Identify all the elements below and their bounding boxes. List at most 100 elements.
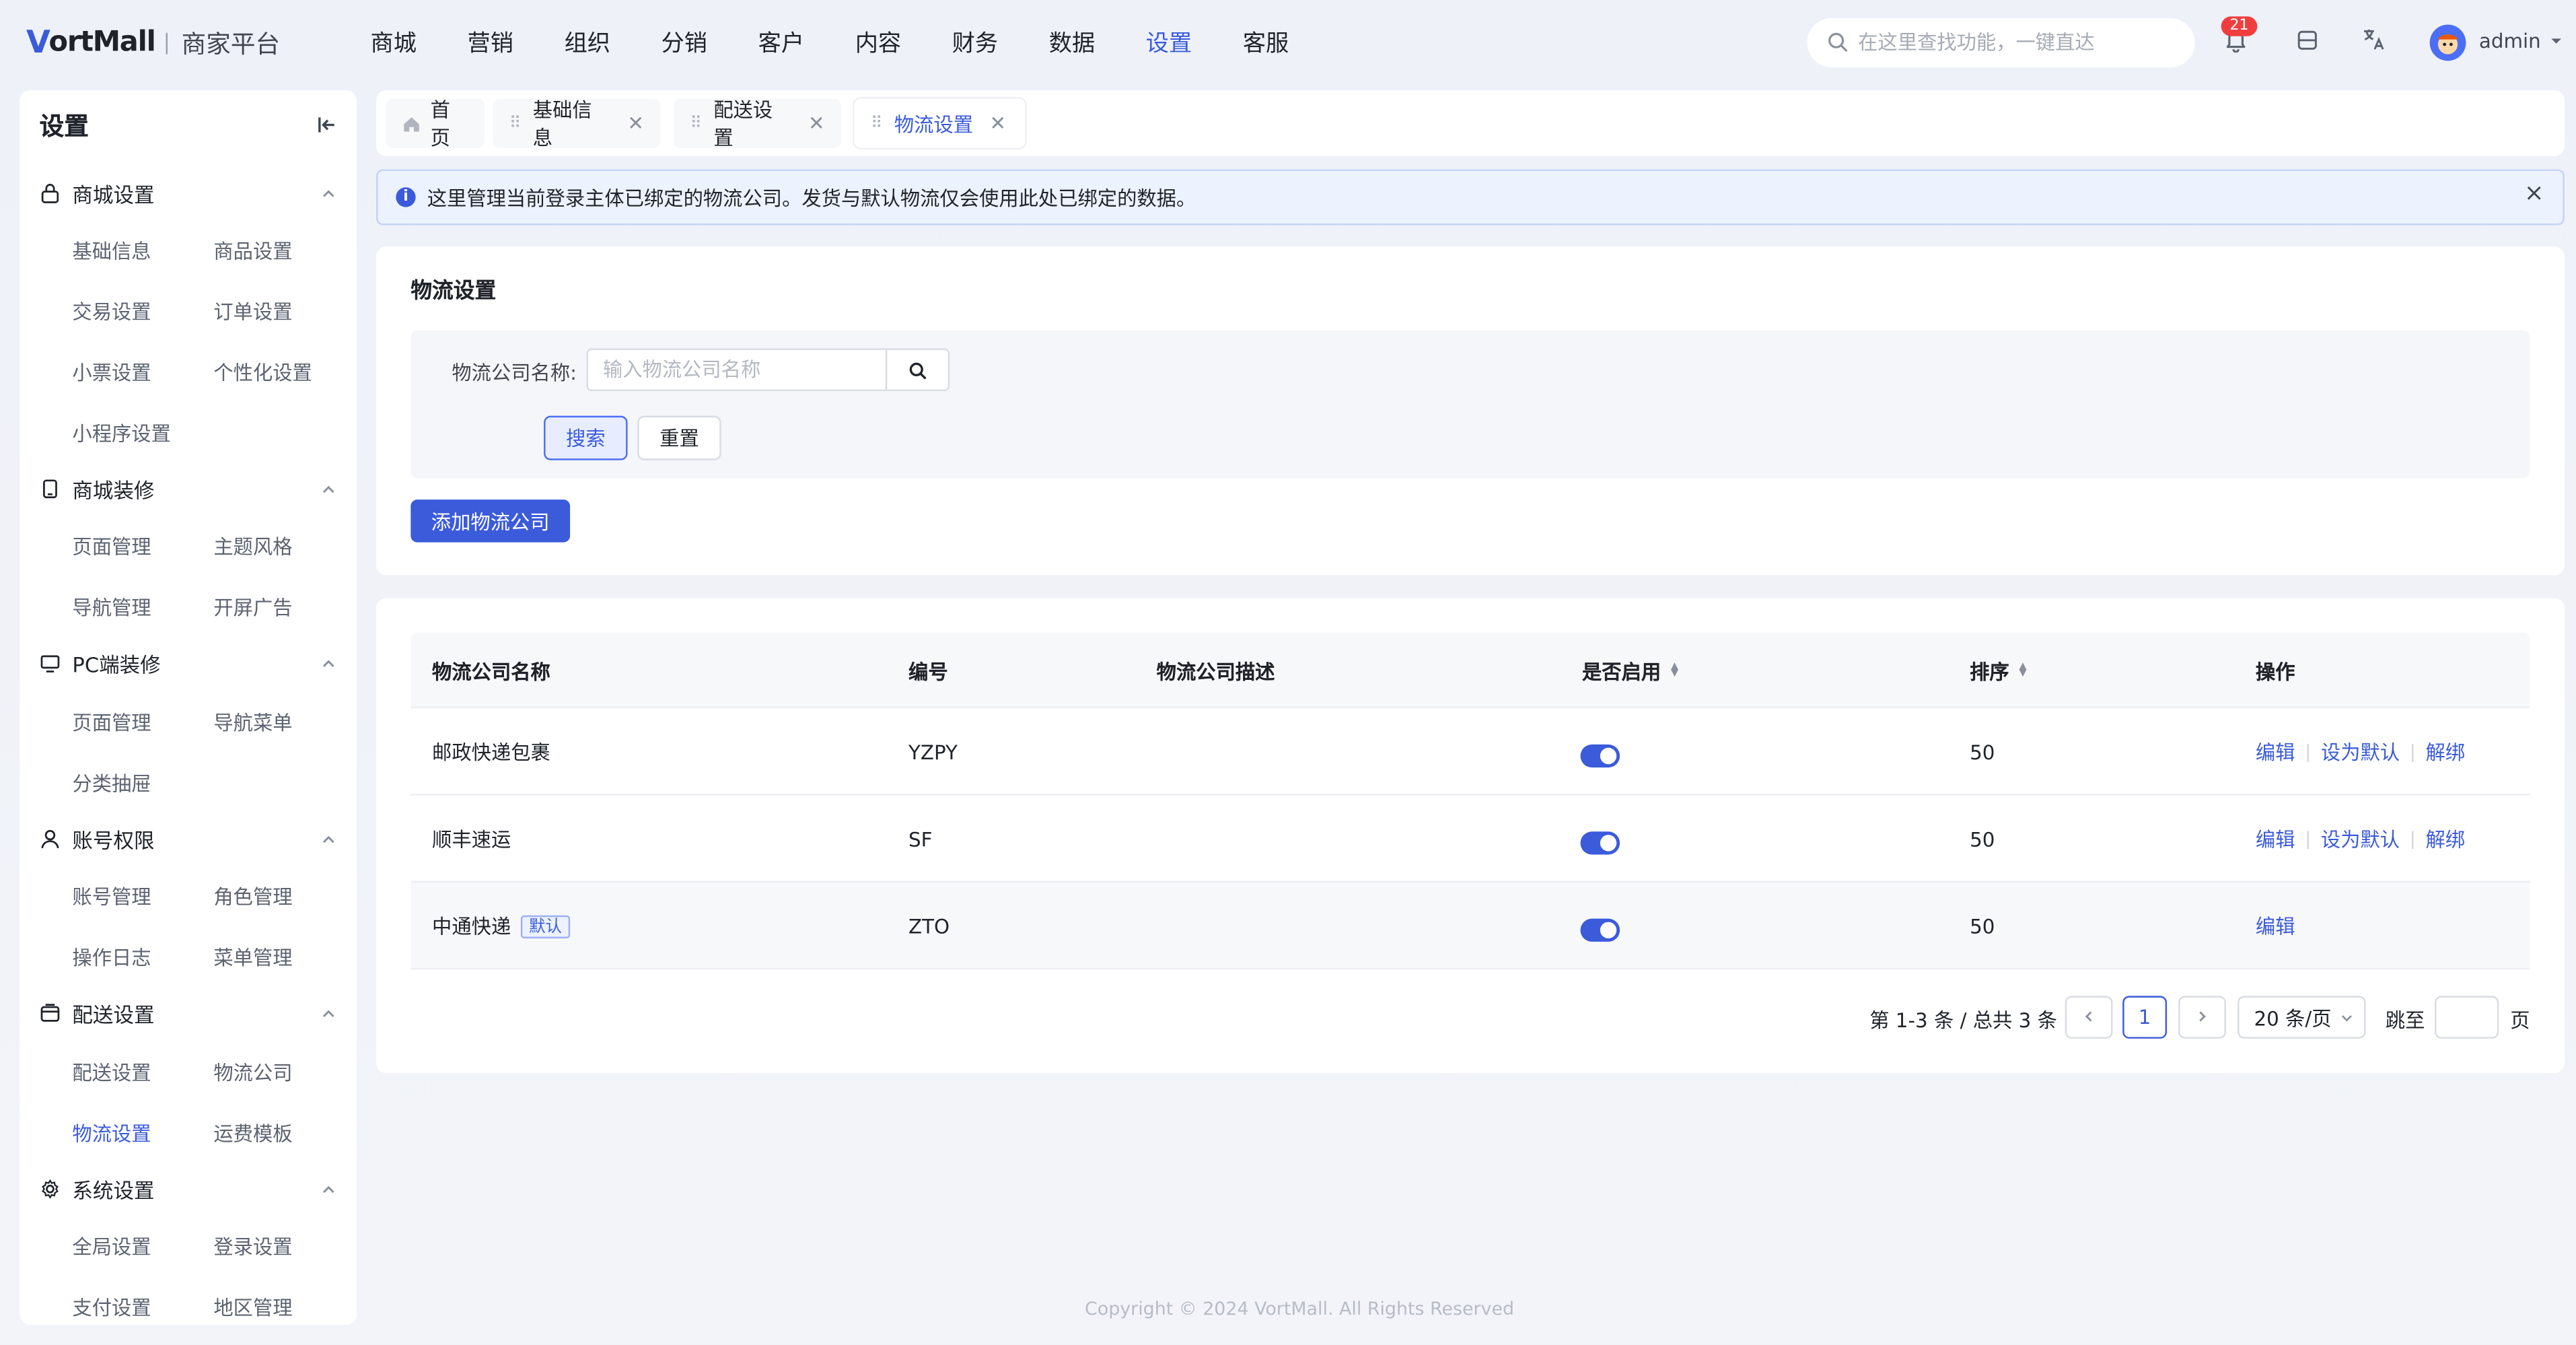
sidebar-group-pc-decoration[interactable]: PC端装修: [20, 640, 356, 685]
prev-page-button[interactable]: [2065, 996, 2113, 1039]
next-page-button[interactable]: [2178, 996, 2226, 1039]
home-icon: [402, 114, 421, 133]
user-menu[interactable]: admin: [2479, 30, 2563, 53]
sidebar-item-menu-manage[interactable]: 菜单管理: [213, 943, 292, 971]
sidebar-item-freight-template[interactable]: 运费模板: [213, 1119, 292, 1148]
topnav-item-organization[interactable]: 组织: [539, 0, 636, 85]
column-header-sort[interactable]: 排序 ▲ ▼: [1970, 633, 2027, 708]
sidebar-item-nav-manage[interactable]: 导航管理: [72, 593, 151, 621]
global-search[interactable]: [1807, 18, 2195, 68]
sidebar-item-operation-log[interactable]: 操作日志: [72, 943, 151, 971]
table-row: 邮政快递包裹 YZPY 50 编辑 | 设为默认 | 解绑: [410, 708, 2530, 796]
close-icon[interactable]: ✕: [627, 112, 644, 135]
sidebar-item-page-manage[interactable]: 页面管理: [72, 532, 151, 561]
set-default-link[interactable]: 设为默认: [2321, 738, 2400, 766]
page-size-value: 20 条/页: [2254, 1006, 2332, 1030]
pagination-total: 第 1-3 条 / 总共 3 条: [1869, 1008, 2057, 1033]
sidebar-item-order-settings[interactable]: 订单设置: [213, 298, 292, 326]
column-header-enabled[interactable]: 是否启用 ▲ ▼: [1582, 633, 1678, 708]
enabled-toggle[interactable]: [1580, 743, 1620, 767]
topnav-item-settings[interactable]: 设置: [1120, 0, 1217, 85]
topnav-item-content[interactable]: 内容: [830, 0, 927, 85]
set-default-link[interactable]: 设为默认: [2321, 825, 2400, 854]
topnav-item-marketing[interactable]: 营销: [442, 0, 539, 85]
input-search-button[interactable]: [885, 348, 950, 392]
enabled-toggle[interactable]: [1580, 831, 1620, 854]
sidebar-item-trade-settings[interactable]: 交易设置: [72, 298, 151, 326]
close-icon[interactable]: [2525, 184, 2543, 207]
topnav-item-service[interactable]: 客服: [1217, 0, 1314, 85]
cell-sort: 50: [1970, 914, 1995, 938]
sidebar-item-personalization[interactable]: 个性化设置: [213, 358, 312, 386]
topnav-item-finance[interactable]: 财务: [927, 0, 1024, 85]
sidebar-title: 设置: [39, 110, 89, 141]
collapse-sidebar-icon[interactable]: [317, 109, 336, 140]
sidebar-item-global-settings[interactable]: 全局设置: [72, 1233, 151, 1261]
close-icon[interactable]: ✕: [808, 112, 825, 135]
cell-actions: 编辑: [2256, 883, 2295, 969]
topnav-item-distribution[interactable]: 分销: [636, 0, 733, 85]
sidebar-item-miniprogram[interactable]: 小程序设置: [72, 419, 171, 448]
sidebar-item-category-drawer[interactable]: 分类抽屉: [72, 769, 151, 798]
sidebar-item-nav-menu[interactable]: 导航菜单: [213, 708, 292, 736]
tab-home[interactable]: 首页: [386, 98, 485, 149]
drag-handle-icon[interactable]: ⠿: [509, 114, 522, 133]
monitor-icon: [40, 651, 63, 674]
sort-icon[interactable]: ▲ ▼: [1671, 662, 1678, 678]
tab-label: 物流设置: [894, 112, 974, 136]
page-size-select[interactable]: 20 条/页: [2238, 996, 2366, 1039]
page-button-1[interactable]: 1: [2122, 996, 2168, 1039]
topnav-item-data[interactable]: 数据: [1024, 0, 1120, 85]
reset-button[interactable]: 重置: [637, 415, 721, 460]
global-search-input[interactable]: [1858, 31, 2170, 55]
drag-handle-icon[interactable]: ⠿: [871, 114, 883, 133]
sidebar-item-payment-settings[interactable]: 支付设置: [72, 1293, 151, 1321]
sidebar-item-logistics-settings[interactable]: 物流设置: [72, 1119, 151, 1148]
logo[interactable]: V ortMall 商家平台: [26, 23, 280, 63]
sidebar-item-account-manage[interactable]: 账号管理: [72, 883, 151, 911]
edit-link[interactable]: 编辑: [2256, 825, 2295, 854]
sidebar-item-logistics-company[interactable]: 物流公司: [213, 1058, 292, 1087]
sidebar-item-splash-ad[interactable]: 开屏广告: [213, 593, 292, 621]
sort-icon[interactable]: ▲ ▼: [2019, 662, 2026, 678]
chevron-up-icon: [320, 473, 336, 504]
search-button[interactable]: 搜索: [544, 415, 628, 460]
logistics-name-input[interactable]: [586, 348, 888, 392]
unbind-link[interactable]: 解绑: [2426, 738, 2466, 766]
sidebar-group-mall-decoration[interactable]: 商城装修: [20, 465, 356, 511]
tab-basic-info[interactable]: ⠿ 基础信息 ✕: [493, 98, 661, 149]
sidebar-group-account-permissions[interactable]: 账号权限: [20, 815, 356, 861]
edit-link[interactable]: 编辑: [2256, 912, 2295, 940]
sidebar-group-delivery-settings[interactable]: 配送设置: [20, 990, 356, 1035]
sidebar-item-receipt-settings[interactable]: 小票设置: [72, 358, 151, 386]
sidebar-group-system-settings[interactable]: 系统设置: [20, 1165, 356, 1211]
sidebar-item-product-settings[interactable]: 商品设置: [213, 237, 292, 265]
cell-sort: 50: [1970, 827, 1995, 851]
unbind-link[interactable]: 解绑: [2426, 825, 2466, 854]
edit-link[interactable]: 编辑: [2256, 738, 2295, 766]
avatar[interactable]: [2429, 24, 2466, 61]
tab-label: 基础信息: [532, 98, 592, 150]
action-divider: |: [2409, 828, 2416, 850]
topnav-item-mall[interactable]: 商城: [345, 0, 442, 85]
cell-actions: 编辑 | 设为默认 | 解绑: [2256, 708, 2465, 795]
store-switch-button[interactable]: [2287, 23, 2326, 63]
jump-page-input[interactable]: [2435, 996, 2499, 1039]
sidebar-item-login-settings[interactable]: 登录设置: [213, 1233, 292, 1261]
close-icon[interactable]: ✕: [990, 112, 1007, 135]
drag-handle-icon[interactable]: ⠿: [690, 114, 702, 133]
tab-logistics-settings[interactable]: ⠿ 物流设置 ✕: [854, 98, 1026, 148]
sidebar-item-pc-page-manage[interactable]: 页面管理: [72, 708, 151, 736]
tab-delivery-settings[interactable]: ⠿ 配送设置 ✕: [673, 98, 841, 149]
language-button[interactable]: [2354, 23, 2394, 63]
sidebar-item-delivery-settings[interactable]: 配送设置: [72, 1058, 151, 1087]
enabled-toggle[interactable]: [1580, 918, 1620, 941]
sidebar-group-label: 账号权限: [72, 827, 155, 852]
sidebar-item-region-manage[interactable]: 地区管理: [213, 1293, 292, 1321]
sidebar-group-mall-settings[interactable]: 商城设置: [20, 169, 356, 215]
sidebar-item-theme-style[interactable]: 主题风格: [213, 532, 292, 561]
sidebar-item-role-manage[interactable]: 角色管理: [213, 883, 292, 911]
sidebar-item-basic-info[interactable]: 基础信息: [72, 237, 151, 265]
add-logistics-button[interactable]: 添加物流公司: [410, 499, 571, 543]
topnav-item-customer[interactable]: 客户: [733, 0, 830, 85]
